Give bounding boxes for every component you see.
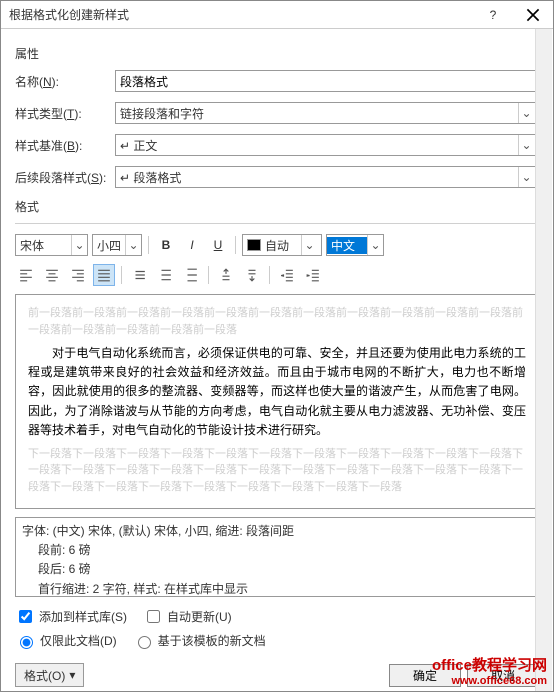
line-spacing-2-button[interactable] [180, 264, 202, 286]
line-spacing-icon [158, 268, 172, 282]
desc-line: 字体: (中文) 宋体, (默认) 宋体, 小四, 缩进: 段落间距 [22, 522, 532, 541]
chevron-down-icon: ▾ [69, 668, 75, 682]
align-right-icon [71, 268, 85, 282]
format-menu-label: 格式(O) [24, 667, 65, 684]
separator [208, 266, 209, 284]
style-base-select[interactable]: ↵ 正文 ⌄ [115, 134, 539, 156]
cancel-button[interactable]: 取消 [467, 664, 539, 687]
line-spacing-15-button[interactable] [154, 264, 176, 286]
preview-pane: 前一段落前一段落前一段落前一段落前一段落前一段落前一段落前一段落前一段落前一段落… [15, 294, 539, 509]
chevron-down-icon: ⌄ [518, 103, 534, 123]
next-para-select[interactable]: ↵ 段落格式 ⌄ [115, 166, 539, 188]
chevron-down-icon: ⌄ [125, 235, 141, 255]
indent-left-icon [280, 268, 294, 282]
bold-button[interactable]: B [155, 234, 177, 256]
font-select[interactable]: 宋体 ⌄ [15, 234, 88, 256]
preview-ghost-before: 前一段落前一段落前一段落前一段落前一段落前一段落前一段落前一段落前一段落前一段落… [28, 305, 526, 338]
line-spacing-icon [132, 268, 146, 282]
chevron-down-icon: ⌄ [518, 135, 534, 155]
font-color-select[interactable]: 自动 ⌄ [242, 234, 322, 256]
separator [235, 236, 236, 254]
align-left-icon [19, 268, 33, 282]
indent-decrease-button[interactable] [276, 264, 298, 286]
auto-update-label: 自动更新(U) [167, 608, 232, 625]
chevron-down-icon: ⌄ [518, 167, 534, 187]
preview-ghost-after: 下一段落下一段落下一段落下一段落下一段落下一段落下一段落下一段落下一段落下一段落… [28, 446, 526, 496]
label-name: 名称(N): [15, 73, 115, 90]
separator [148, 236, 149, 254]
name-input[interactable] [115, 70, 539, 92]
next-para-value: ↵ 段落格式 [120, 169, 181, 186]
space-before-dec-button[interactable] [241, 264, 263, 286]
desc-line: 段前: 6 磅 [22, 541, 532, 560]
font-size-select[interactable]: 小四 ⌄ [92, 234, 142, 256]
language-value: 中文 [327, 237, 367, 254]
preview-body-text: 对于电气自动化系统而言，必须保证供电的可靠、安全，并且还要为使用此电力系统的工程… [28, 344, 526, 440]
description-box: 字体: (中文) 宋体, (默认) 宋体, 小四, 缩进: 段落间距 段前: 6… [15, 517, 539, 597]
style-type-value: 链接段落和字符 [120, 105, 204, 122]
desc-line: 首行缩进: 2 字符, 样式: 在样式库中显示 [22, 580, 532, 597]
font-color-value: 自动 [261, 237, 301, 254]
align-center-icon [45, 268, 59, 282]
label-style-base: 样式基准(B): [15, 137, 115, 154]
desc-line: 段后: 6 磅 [22, 560, 532, 579]
space-before-icon [219, 268, 233, 282]
close-button[interactable] [513, 1, 553, 29]
space-before-inc-button[interactable] [215, 264, 237, 286]
line-spacing-1-button[interactable] [128, 264, 150, 286]
paragraph-toolbar [15, 264, 539, 286]
align-right-button[interactable] [67, 264, 89, 286]
template-label: 基于该模板的新文档 [158, 632, 266, 649]
separator [269, 266, 270, 284]
this-doc-input[interactable] [20, 636, 33, 649]
template-input[interactable] [138, 636, 151, 649]
style-base-value: ↵ 正文 [120, 137, 157, 154]
section-properties: 属性 [15, 45, 539, 62]
font-value: 宋体 [16, 237, 71, 254]
add-to-gallery-checkbox[interactable]: 添加到样式库(S) [15, 607, 127, 626]
this-doc-label: 仅限此文档(D) [40, 632, 117, 649]
chevron-down-icon: ⌄ [71, 235, 87, 255]
align-left-button[interactable] [15, 264, 37, 286]
underline-button[interactable]: U [207, 234, 229, 256]
chevron-down-icon: ⌄ [301, 235, 317, 255]
indent-right-icon [306, 268, 320, 282]
language-select[interactable]: 中文 ⌄ [326, 234, 384, 256]
auto-update-input[interactable] [147, 610, 160, 623]
add-to-gallery-input[interactable] [19, 610, 32, 623]
italic-button[interactable]: I [181, 234, 203, 256]
section-format: 格式 [15, 198, 539, 215]
space-after-icon [245, 268, 259, 282]
line-spacing-icon [184, 268, 198, 282]
align-center-button[interactable] [41, 264, 63, 286]
chevron-down-icon: ⌄ [367, 235, 383, 255]
titlebar: 根据格式化创建新样式 ? [1, 1, 553, 29]
add-to-gallery-label: 添加到样式库(S) [39, 608, 127, 625]
style-type-select[interactable]: 链接段落和字符 ⌄ [115, 102, 539, 124]
separator [121, 266, 122, 284]
font-size-value: 小四 [93, 237, 125, 254]
auto-update-checkbox[interactable]: 自动更新(U) [143, 607, 232, 626]
radio-row: 仅限此文档(D) 基于该模板的新文档 [15, 632, 539, 649]
ok-button[interactable]: 确定 [389, 664, 461, 687]
label-next-para: 后续段落样式(S): [15, 169, 115, 186]
help-button[interactable]: ? [473, 1, 513, 29]
format-menu-button[interactable]: 格式(O) ▾ [15, 663, 84, 687]
this-doc-radio[interactable]: 仅限此文档(D) [15, 632, 117, 649]
template-radio[interactable]: 基于该模板的新文档 [133, 632, 266, 649]
divider [15, 223, 539, 224]
color-swatch [247, 239, 261, 251]
label-style-type: 样式类型(T): [15, 105, 115, 122]
close-icon [526, 8, 540, 22]
dialog-title: 根据格式化创建新样式 [1, 6, 473, 23]
indent-increase-button[interactable] [302, 264, 324, 286]
format-toolbar: 宋体 ⌄ 小四 ⌄ B I U 自动 ⌄ 中文 ⌄ [15, 234, 539, 256]
align-justify-button[interactable] [93, 264, 115, 286]
footer: 格式(O) ▾ 确定 取消 [15, 663, 539, 687]
style-dialog: 根据格式化创建新样式 ? 属性 名称(N): 样式类型(T): 链接段落和字符 … [0, 0, 554, 692]
scrollbar-track [535, 29, 552, 691]
align-justify-icon [97, 268, 111, 282]
checkbox-row: 添加到样式库(S) 自动更新(U) [15, 607, 539, 626]
